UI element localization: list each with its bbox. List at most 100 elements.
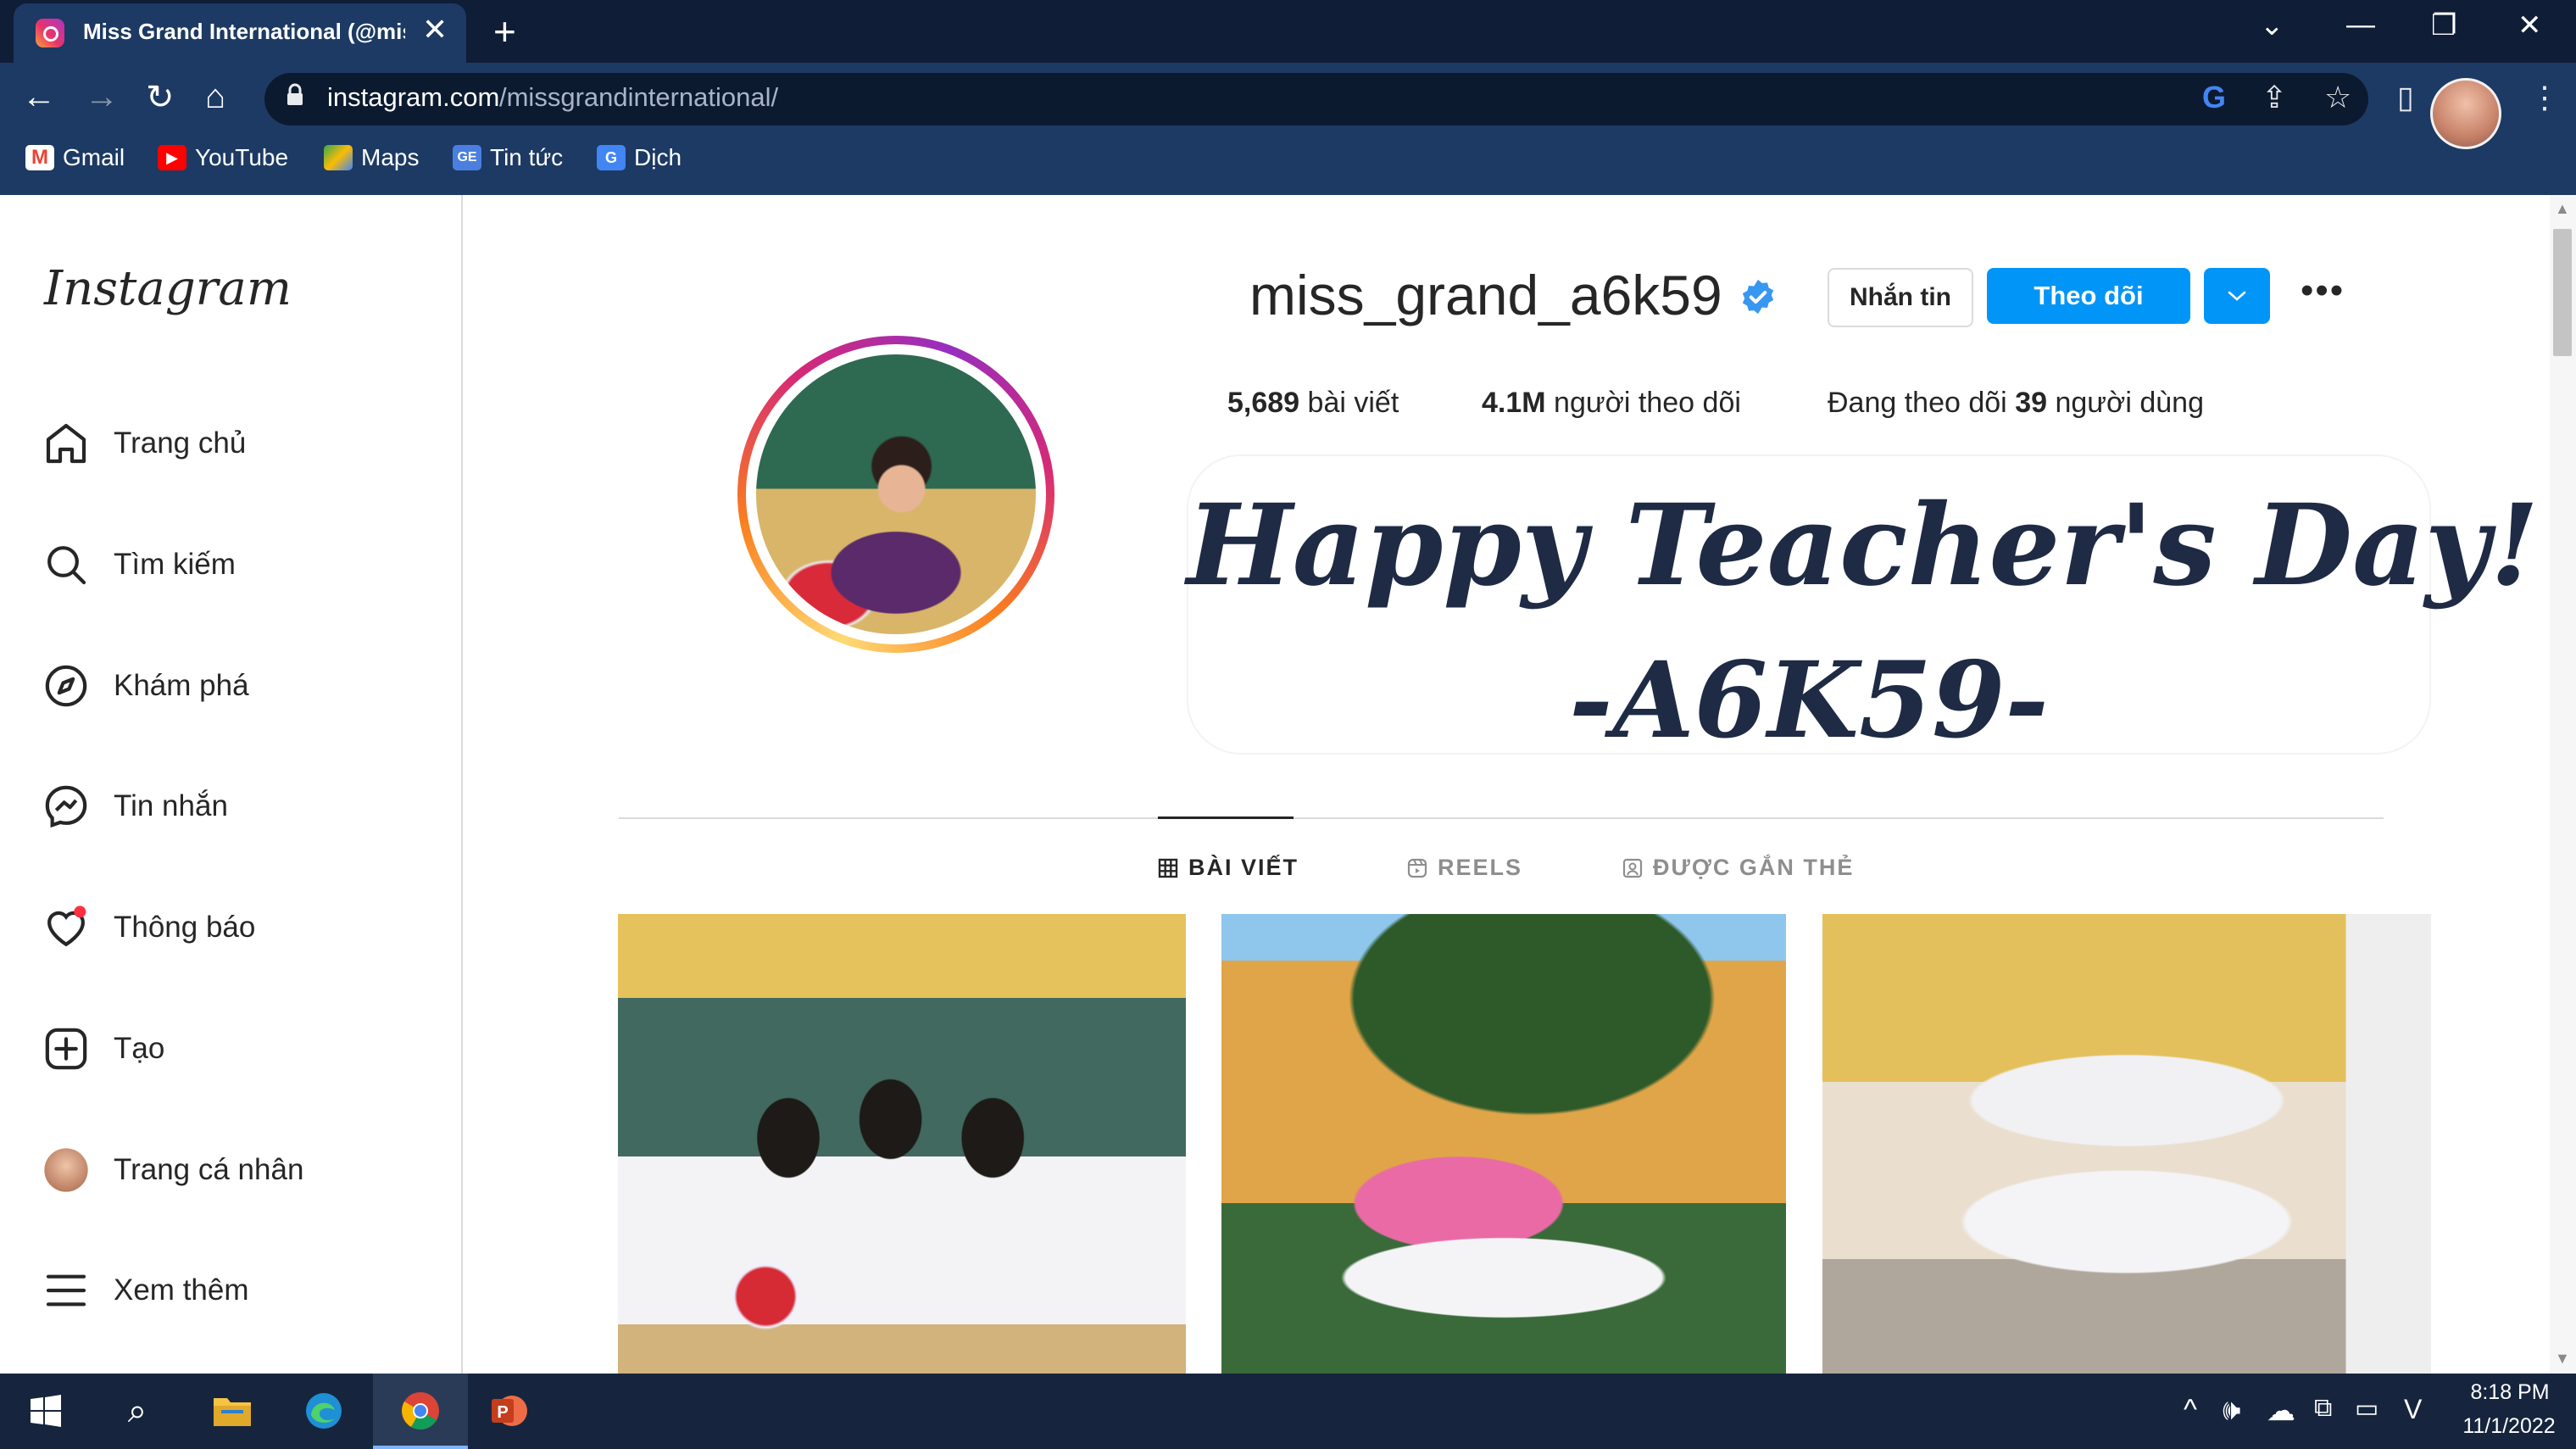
post-thumbnail-2[interactable]	[1221, 914, 1786, 1380]
bookmark-youtube[interactable]: ▶ YouTube	[158, 142, 288, 173]
bookmark-gmail[interactable]: M Gmail	[25, 142, 125, 173]
sidebar-item-label: Tìm kiếm	[114, 548, 236, 581]
tab-reels[interactable]: REELS	[1407, 855, 1522, 881]
powerpoint-icon[interactable]: P	[485, 1387, 532, 1435]
plus-square-icon	[45, 1028, 87, 1070]
powerpoint-logo-icon: P	[492, 1396, 527, 1426]
follow-button[interactable]: Theo dõi	[1987, 268, 2190, 324]
bookmark-star-icon[interactable]: ☆	[2324, 80, 2351, 115]
profile-avatar[interactable]	[756, 354, 1036, 634]
sidebar-item-label: Khám phá	[114, 669, 249, 702]
svg-text:P: P	[497, 1403, 508, 1422]
sidebar-item-more[interactable]: Xem thêm	[42, 1261, 249, 1320]
start-button[interactable]	[22, 1387, 70, 1435]
sidebar-item-label: Thông báo	[114, 911, 256, 944]
following-count: 39	[2015, 387, 2048, 419]
sidebar-item-home[interactable]: Trang chủ	[42, 414, 246, 473]
show-hidden-icons-chevron-icon[interactable]: ^	[2184, 1394, 2197, 1427]
chrome-logo-icon	[402, 1392, 439, 1429]
tab-tagged[interactable]: ĐƯỢC GẮN THẺ	[1622, 855, 1854, 881]
bookmark-translate[interactable]: G Dịch	[597, 142, 682, 173]
sidebar-item-messages[interactable]: Tin nhắn	[42, 777, 228, 836]
instagram-logo[interactable]: Instagram	[44, 261, 292, 316]
tab-posts[interactable]: BÀI VIẾT	[1158, 855, 1299, 881]
message-button[interactable]: Nhắn tin	[1828, 268, 1973, 327]
more-options-button[interactable]: •••	[2301, 270, 2345, 312]
sidebar-item-create[interactable]: Tạo	[42, 1019, 164, 1078]
sidebar-item-profile[interactable]: Trang cá nhân	[42, 1140, 303, 1200]
chrome-icon[interactable]	[397, 1387, 444, 1435]
maps-icon	[324, 145, 353, 170]
bookmark-news[interactable]: GE Tin tức	[453, 142, 563, 173]
forward-button[interactable]: →	[85, 78, 119, 116]
back-button[interactable]: ←	[22, 78, 56, 116]
minimize-button[interactable]: —	[2346, 8, 2375, 42]
avatar	[44, 1148, 88, 1192]
unikey-v-icon[interactable]: V	[2404, 1394, 2422, 1425]
sidebar-item-label: Tin nhắn	[114, 789, 228, 822]
compass-icon	[45, 665, 87, 707]
scroll-down-arrow-icon[interactable]: ▼	[2555, 1350, 2570, 1368]
folder-icon	[214, 1398, 251, 1426]
new-tab-button[interactable]: +	[493, 8, 516, 54]
scroll-up-arrow-icon[interactable]: ▲	[2555, 200, 2570, 218]
bookmark-label: Dịch	[634, 144, 682, 170]
taskbar-date[interactable]: 11/1/2022	[2451, 1414, 2567, 1439]
sidebar-item-notifications[interactable]: Thông báo	[42, 898, 255, 957]
restore-button[interactable]: ❐	[2431, 8, 2456, 42]
gmail-icon: M	[25, 145, 54, 170]
tab-label: BÀI VIẾT	[1188, 855, 1299, 880]
chevron-down-icon	[2228, 291, 2246, 301]
sidebar-item-search[interactable]: Tìm kiếm	[42, 535, 236, 594]
following-prefix: Đang theo dõi	[1828, 387, 2007, 419]
close-window-button[interactable]: ✕	[2518, 8, 2542, 42]
tabs-divider	[619, 817, 2384, 819]
sidebar-item-label: Trang chủ	[114, 426, 247, 460]
bookmark-label: Gmail	[63, 144, 125, 170]
meet-now-icon[interactable]: ⧉	[2314, 1394, 2332, 1423]
close-tab-icon[interactable]: ✕	[422, 12, 448, 47]
network-icon[interactable]: ▭	[2355, 1394, 2378, 1424]
followers-label: người theo dõi	[1554, 387, 1741, 419]
onedrive-cloud-icon[interactable]: ☁	[2267, 1394, 2295, 1428]
search-icon[interactable]: ⌕	[114, 1387, 161, 1435]
browser-menu-icon[interactable]: ⋮	[2529, 80, 2560, 115]
taskbar-time[interactable]: 8:18 PM	[2460, 1380, 2560, 1405]
scrollbar-thumb[interactable]	[2553, 229, 2572, 356]
news-icon: GE	[453, 145, 481, 170]
page-scrollbar[interactable]	[2550, 195, 2576, 1374]
tab-search-chevron-icon[interactable]: ⌄	[2260, 8, 2284, 42]
post-thumbnail-1[interactable]	[618, 914, 1186, 1380]
bookmark-maps[interactable]: Maps	[324, 142, 419, 173]
browser-profile-avatar[interactable]	[2430, 78, 2501, 149]
sidebar-item-explore[interactable]: Khám phá	[42, 656, 249, 716]
volume-icon[interactable]: 🕪	[2223, 1394, 2240, 1427]
reload-button[interactable]: ↻	[146, 78, 175, 117]
posts-count-stat: 5,689 bài viết	[1227, 387, 1399, 420]
lock-icon[interactable]	[286, 83, 304, 107]
instagram-favicon-icon	[36, 19, 64, 47]
file-explorer-icon[interactable]	[209, 1387, 256, 1435]
post-thumbnail-3[interactable]	[1822, 914, 2431, 1380]
verified-badge-icon	[1742, 279, 1774, 315]
share-icon[interactable]: ⇪	[2262, 80, 2287, 115]
following-stat[interactable]: Đang theo dõi 39 người dùng	[1828, 387, 2204, 420]
side-panel-icon[interactable]: ▯	[2397, 80, 2414, 115]
heart-icon	[47, 906, 86, 947]
bio-line-2: -A6K59-	[1569, 639, 2049, 762]
bookmark-label: Maps	[361, 144, 420, 170]
home-icon	[46, 423, 86, 464]
followers-stat[interactable]: 4.1M người theo dõi	[1482, 387, 1741, 420]
tagged-icon	[1622, 858, 1643, 878]
translate-icon: G	[597, 145, 626, 170]
sidebar-item-label: Tạo	[114, 1032, 165, 1065]
home-button[interactable]: ⌂	[205, 78, 225, 116]
tab-label: REELS	[1438, 855, 1523, 880]
edge-logo-icon	[306, 1393, 342, 1429]
google-lens-icon[interactable]: G	[2202, 80, 2226, 115]
edge-icon[interactable]	[300, 1387, 348, 1435]
suggested-accounts-button[interactable]	[2204, 268, 2270, 324]
grid-icon	[1158, 858, 1178, 878]
profile-username: miss_grand_a6k59	[1249, 264, 1722, 326]
redaction-mask	[1061, 275, 1271, 322]
